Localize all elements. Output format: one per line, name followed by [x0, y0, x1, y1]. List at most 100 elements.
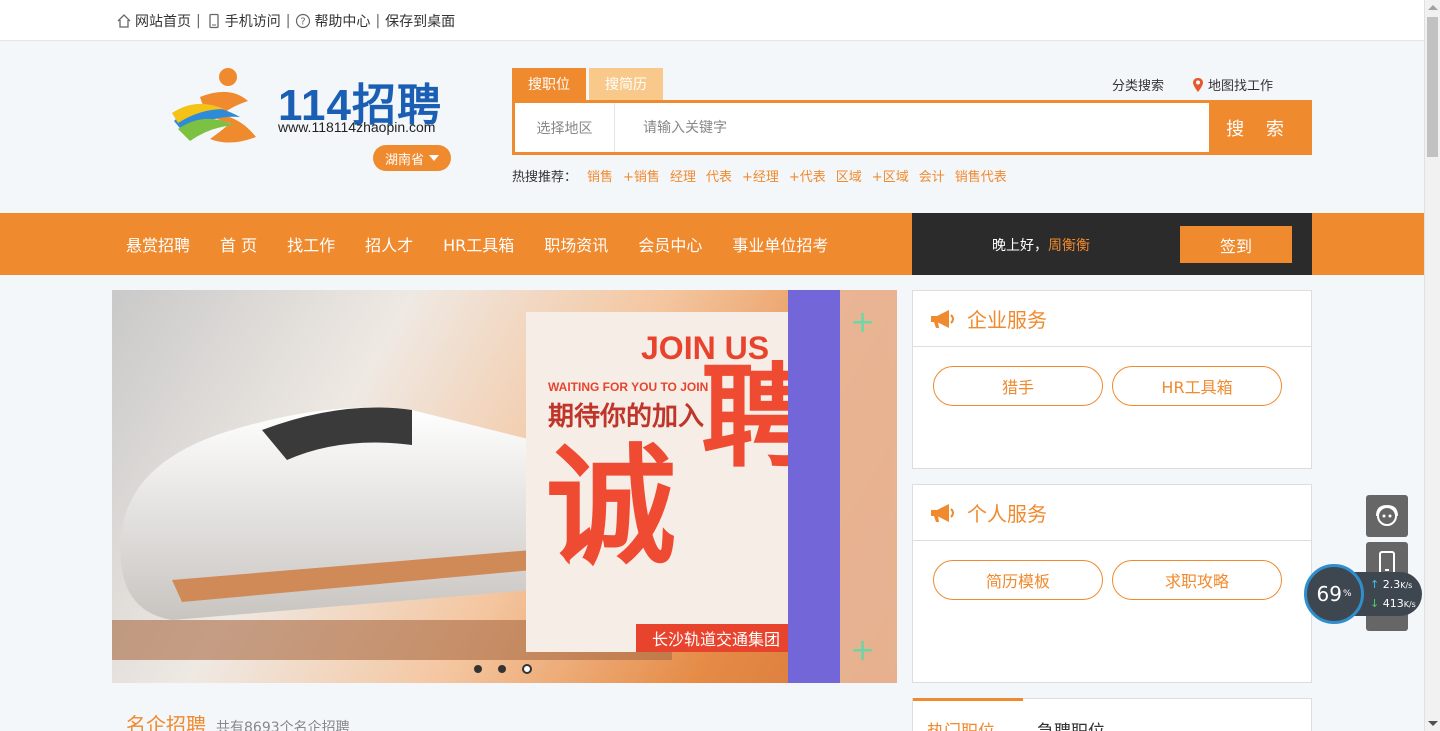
carousel-dots: [474, 664, 532, 674]
help-link-label: 帮助中心: [314, 14, 371, 30]
resume-template-button[interactable]: 简历模板: [933, 560, 1103, 600]
main-nav: 悬赏招聘 首 页 找工作 招人才 HR工具箱 职场资讯 会员中心 事业单位招考 …: [0, 213, 1424, 275]
hot-keyword[interactable]: +销售: [623, 166, 660, 185]
top-bar: 网站首页 | 手机访问 | ? 帮助中心 | 保存到桌面: [0, 0, 1424, 41]
banner-carousel[interactable]: JOIN US WAITING FOR YOU TO JOIN 期待你的加入 诚…: [112, 290, 897, 683]
support-agent-icon: [1376, 504, 1398, 526]
hot-search-label: 热搜推荐：: [512, 170, 578, 185]
enterprise-service-panel: 企业服务 猎手 HR工具箱: [912, 290, 1312, 469]
tab-hot-jobs[interactable]: 热门职位: [927, 717, 995, 731]
hot-keyword[interactable]: 代表: [706, 166, 732, 185]
poster-big-left: 诚: [546, 431, 677, 583]
hunter-button[interactable]: 猎手: [933, 366, 1103, 406]
nav-item-recruit[interactable]: 招人才: [365, 232, 413, 256]
carousel-dot-active[interactable]: [522, 664, 532, 674]
panel-header: 企业服务: [913, 291, 1311, 347]
nav-item-news[interactable]: 职场资讯: [544, 232, 608, 256]
header-links: 分类搜索 地图找工作: [1112, 75, 1273, 94]
divider: |: [375, 13, 381, 29]
banner-decor-strip: + +: [840, 290, 897, 683]
network-speed-widget[interactable]: ↑ 2.3K/s ↓ 413K/s 69%: [1304, 564, 1424, 624]
map-job-label: 地图找工作: [1208, 79, 1274, 94]
poster-company: 长沙轨道交通集团: [636, 624, 796, 652]
map-pin-icon: [1193, 77, 1204, 92]
scroll-down-icon[interactable]: [1428, 721, 1438, 726]
search-box: 选择地区 搜 索: [512, 100, 1312, 155]
memory-gauge: 69%: [1304, 564, 1364, 624]
job-tips-button[interactable]: 求职攻略: [1112, 560, 1282, 600]
megaphone-icon: [931, 503, 954, 522]
sign-in-button[interactable]: 签到: [1180, 226, 1292, 263]
customer-service-button[interactable]: [1366, 495, 1408, 537]
svg-text:+: +: [850, 633, 875, 668]
tab-urgent-jobs[interactable]: 急聘职位: [1037, 717, 1105, 731]
search-button[interactable]: 搜 索: [1209, 103, 1309, 152]
nav-item-public-exam[interactable]: 事业单位招考: [732, 232, 828, 256]
hot-keyword[interactable]: 会计: [919, 166, 945, 185]
tab-search-resumes[interactable]: 搜简历: [589, 68, 663, 100]
home-link[interactable]: 网站首页: [116, 11, 191, 31]
home-icon: [117, 14, 131, 28]
scroll-up-icon[interactable]: [1428, 5, 1438, 10]
carousel-dot[interactable]: [474, 665, 482, 673]
poster-expect: 期待你的加入: [548, 402, 705, 432]
download-speed: 413: [1382, 597, 1404, 610]
nav-item-reward[interactable]: 悬赏招聘: [126, 232, 190, 256]
map-job-link[interactable]: 地图找工作: [1192, 75, 1273, 94]
hot-keyword[interactable]: 销售: [587, 166, 613, 185]
recruit-poster: JOIN US WAITING FOR YOU TO JOIN 期待你的加入 诚…: [526, 312, 826, 652]
gauge-percent: 69: [1316, 582, 1342, 606]
panel-header: 个人服务: [913, 485, 1311, 541]
save-desktop-link[interactable]: 保存到桌面: [385, 11, 455, 31]
tab-search-jobs[interactable]: 搜职位: [512, 68, 586, 100]
hot-keyword[interactable]: +区域: [872, 166, 909, 185]
region-label: 湖南省: [384, 152, 424, 168]
svg-text:?: ?: [301, 17, 306, 28]
plus-icon: ++: [850, 305, 875, 668]
hot-keyword[interactable]: 销售代表: [955, 166, 1007, 185]
scroll-thumb[interactable]: [1427, 17, 1438, 157]
category-search-link[interactable]: 分类搜索: [1112, 75, 1164, 94]
gauge-percent-unit: %: [1342, 589, 1352, 599]
download-unit: K/s: [1403, 600, 1416, 609]
mobile-link[interactable]: 手机访问: [206, 11, 281, 31]
site-logo[interactable]: 114招聘 www.118114zhaopin.com: [170, 67, 460, 157]
user-bar: 晚上好，周衡衡 签到: [912, 213, 1312, 275]
carousel-dot[interactable]: [498, 665, 506, 673]
save-desktop-label: 保存到桌面: [385, 14, 456, 30]
section-title: 名企招聘: [126, 713, 206, 731]
poster-waiting: WAITING FOR YOU TO JOIN: [548, 380, 709, 394]
nav-item-find-job[interactable]: 找工作: [287, 232, 335, 256]
nav-item-hr-tools[interactable]: HR工具箱: [443, 232, 514, 256]
svg-text:+: +: [850, 305, 875, 340]
nav-items: 悬赏招聘 首 页 找工作 招人才 HR工具箱 职场资讯 会员中心 事业单位招考: [126, 213, 858, 275]
greeting: 晚上好，周衡衡: [992, 235, 1090, 255]
help-icon: ?: [296, 13, 311, 29]
hot-keyword[interactable]: 区域: [836, 166, 862, 185]
active-tab-indicator: [913, 698, 1023, 701]
nav-item-home[interactable]: 首 页: [220, 232, 257, 256]
search-input[interactable]: [625, 111, 1195, 144]
hot-keyword[interactable]: 经理: [670, 166, 696, 185]
divider: |: [196, 13, 201, 29]
panel-title: 企业服务: [967, 308, 1047, 332]
divider: |: [285, 13, 291, 29]
hr-tools-button[interactable]: HR工具箱: [1112, 366, 1282, 406]
search-region-select[interactable]: 选择地区: [515, 103, 615, 152]
hot-keyword[interactable]: +经理: [742, 166, 779, 185]
panel-title: 个人服务: [967, 502, 1047, 526]
caret-down-icon: [429, 155, 439, 161]
hot-keyword[interactable]: +代表: [789, 166, 826, 185]
header: 114招聘 www.118114zhaopin.com 湖南省 搜职位 搜简历 …: [0, 41, 1424, 213]
username-link[interactable]: 周衡衡: [1048, 238, 1090, 254]
megaphone-icon: [931, 309, 954, 328]
nav-item-member[interactable]: 会员中心: [638, 232, 702, 256]
category-search-label: 分类搜索: [1112, 79, 1165, 94]
famous-company-header: 名企招聘 共有8693个名企招聘: [126, 709, 350, 731]
help-link[interactable]: ? 帮助中心: [295, 11, 370, 31]
download-arrow-icon: ↓: [1370, 597, 1380, 610]
page-scrollbar[interactable]: [1424, 0, 1440, 731]
banner-decor-strip: [788, 290, 840, 683]
upload-arrow-icon: ↑: [1370, 578, 1380, 591]
region-selector[interactable]: 湖南省: [373, 145, 451, 171]
